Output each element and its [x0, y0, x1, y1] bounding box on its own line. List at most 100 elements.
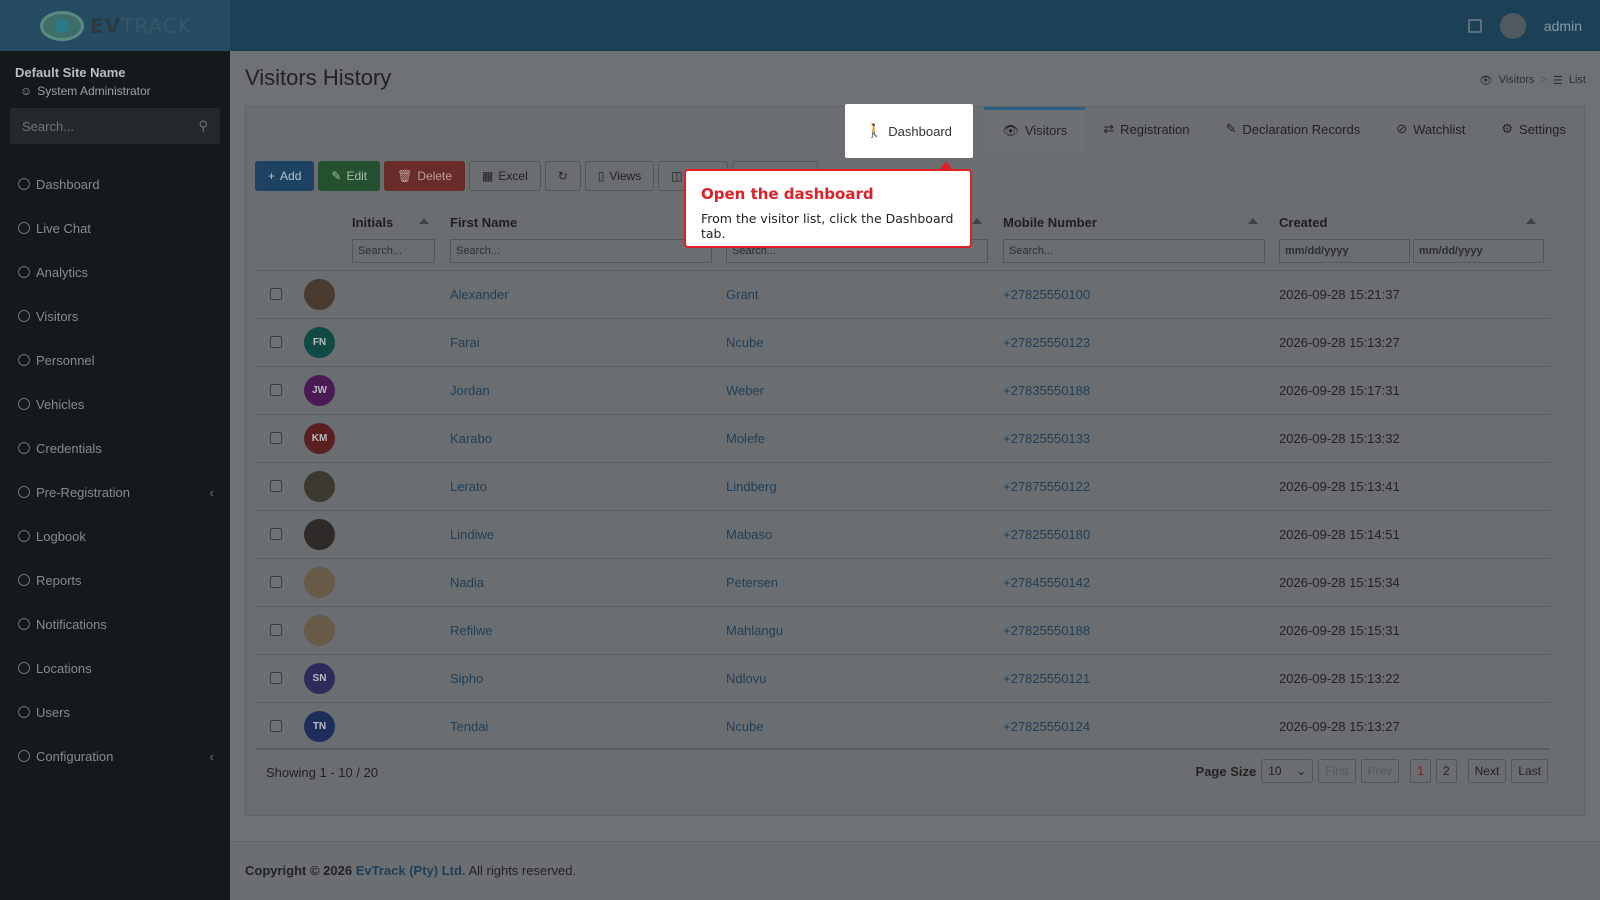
table-row[interactable]: JW Jordan Weber +27835550188 2026-09-28 15:1…: [256, 366, 1550, 414]
breadcrumb-visitors[interactable]: Visitors: [1499, 74, 1535, 87]
sidebar-item-locations[interactable]: Locations: [0, 646, 230, 690]
column-created[interactable]: Created: [1279, 215, 1327, 230]
first-name-cell[interactable]: Tendai: [450, 719, 488, 734]
mobile-cell[interactable]: +27845550142: [1003, 575, 1090, 590]
chevron-left-icon[interactable]: ‹: [210, 749, 214, 764]
page-size-select[interactable]: 10 ⌄: [1261, 759, 1314, 783]
mobile-search-input[interactable]: Search...: [1003, 239, 1265, 263]
column-initials[interactable]: Initials: [352, 215, 393, 230]
views-button[interactable]: ▯ Views: [584, 161, 655, 191]
last-name-cell[interactable]: Ndlovu: [726, 671, 766, 686]
first-name-cell[interactable]: Lerato: [450, 479, 487, 494]
first-name-cell[interactable]: Karabo: [450, 431, 492, 446]
page-1-button[interactable]: 1: [1410, 759, 1431, 783]
tab-registration[interactable]: ⇄ Registration: [1085, 107, 1207, 151]
mobile-cell[interactable]: +27825550133: [1003, 431, 1090, 446]
table-row[interactable]: Lindiwe Mabaso +27825550180 2026-09-28 15:1…: [256, 510, 1550, 558]
sidebar-item-analytics[interactable]: Analytics: [0, 250, 230, 294]
refresh-button[interactable]: ↻: [544, 161, 581, 191]
sidebar-item-credentials[interactable]: Credentials: [0, 426, 230, 470]
column-mobile-number[interactable]: Mobile Number: [1003, 215, 1097, 230]
company-link[interactable]: EvTrack (Pty) Ltd.: [356, 863, 466, 878]
last-name-cell[interactable]: Mahlangu: [726, 623, 783, 638]
row-checkbox[interactable]: [270, 288, 282, 300]
last-name-cell[interactable]: Grant: [726, 287, 759, 302]
created-to-date-input[interactable]: mm/dd/yyyy: [1413, 239, 1544, 263]
last-name-cell[interactable]: Ncube: [726, 335, 764, 350]
row-checkbox[interactable]: [270, 432, 282, 444]
tab-declaration-records[interactable]: ✎ Declaration Records: [1208, 107, 1379, 151]
next-page-button[interactable]: Next: [1467, 759, 1507, 783]
created-from-date-input[interactable]: mm/dd/yyyy: [1279, 239, 1410, 263]
row-checkbox[interactable]: [270, 720, 282, 732]
sidebar-item-reports[interactable]: Reports: [0, 558, 230, 602]
column-first-name[interactable]: First Name: [450, 215, 517, 230]
row-checkbox[interactable]: [270, 384, 282, 396]
first-name-cell[interactable]: Refilwe: [450, 623, 493, 638]
mobile-cell[interactable]: +27825550100: [1003, 287, 1090, 302]
mobile-cell[interactable]: +27825550121: [1003, 671, 1090, 686]
sort-up-icon[interactable]: [972, 218, 982, 224]
first-name-cell[interactable]: Jordan: [450, 383, 490, 398]
sort-up-icon[interactable]: [419, 218, 429, 224]
sidebar-item-pre-registration[interactable]: Pre-Registration ‹: [0, 470, 230, 514]
last-name-cell[interactable]: Mabaso: [726, 527, 772, 542]
table-row[interactable]: TN Tendai Ncube +27825550124 2026-09-28 15:1…: [256, 702, 1550, 750]
sidebar-item-users[interactable]: Users: [0, 690, 230, 734]
first-name-cell[interactable]: Nadia: [450, 575, 484, 590]
delete-button[interactable]: 🗑 Delete: [384, 161, 466, 191]
row-checkbox[interactable]: [270, 576, 282, 588]
last-name-cell[interactable]: Petersen: [726, 575, 778, 590]
tab-dashboard[interactable]: 🚶 Dashboard: [845, 104, 973, 158]
sidebar-item-vehicles[interactable]: Vehicles: [0, 382, 230, 426]
mobile-cell[interactable]: +27825550180: [1003, 527, 1090, 542]
row-checkbox[interactable]: [270, 336, 282, 348]
first-page-button[interactable]: First: [1318, 759, 1356, 783]
table-row[interactable]: Refilwe Mahlangu +27825550188 2026-09-28 15…: [256, 606, 1550, 654]
sidebar-item-dashboard[interactable]: Dashboard: [0, 162, 230, 206]
sort-up-icon[interactable]: [1248, 218, 1258, 224]
last-name-cell[interactable]: Ncube: [726, 719, 764, 734]
edit-button[interactable]: ✎ Edit: [318, 161, 381, 191]
row-checkbox[interactable]: [270, 480, 282, 492]
tab-watchlist[interactable]: ⊘ Watchlist: [1378, 107, 1483, 151]
mobile-cell[interactable]: +27875550122: [1003, 479, 1090, 494]
sidebar-search-input[interactable]: Search... ⚲: [10, 108, 220, 144]
mobile-cell[interactable]: +27825550188: [1003, 623, 1090, 638]
row-checkbox[interactable]: [270, 672, 282, 684]
user-avatar-icon[interactable]: [1499, 12, 1526, 39]
chevron-left-icon[interactable]: ‹: [210, 485, 214, 500]
first-name-search-input[interactable]: Search...: [450, 239, 712, 263]
table-row[interactable]: SN Sipho Ndlovu +27825550121 2026-09-28 15:1…: [256, 654, 1550, 702]
table-row[interactable]: KM Karabo Molefe +27825550133 2026-09-28 15:…: [256, 414, 1550, 462]
mobile-cell[interactable]: +27825550124: [1003, 719, 1090, 734]
user-name[interactable]: admin: [1544, 18, 1582, 34]
sort-up-icon[interactable]: [1526, 218, 1536, 224]
first-name-cell[interactable]: Farai: [450, 335, 480, 350]
first-name-cell[interactable]: Lindiwe: [450, 527, 494, 542]
tab-visitors[interactable]: 👁 Visitors: [984, 107, 1086, 151]
add-button[interactable]: + Add: [255, 161, 315, 191]
sidebar-item-notifications[interactable]: Notifications: [0, 602, 230, 646]
logo[interactable]: EVTRACK: [0, 0, 230, 51]
excel-button[interactable]: ▦ Excel: [469, 161, 541, 191]
table-row[interactable]: Alexander Grant +27825550100 2026-09-28 15:…: [256, 270, 1550, 318]
sidebar-item-personnel[interactable]: Personnel: [0, 338, 230, 382]
last-page-button[interactable]: Last: [1511, 759, 1548, 783]
page-2-button[interactable]: 2: [1435, 759, 1457, 783]
row-checkbox[interactable]: [270, 528, 282, 540]
last-name-cell[interactable]: Lindberg: [726, 479, 777, 494]
table-row[interactable]: Nadia Petersen +27845550142 2026-09-28 15:1…: [256, 558, 1550, 606]
sidebar-item-live-chat[interactable]: Live Chat: [0, 206, 230, 250]
search-icon[interactable]: ⚲: [198, 118, 208, 134]
last-name-cell[interactable]: Molefe: [726, 431, 765, 446]
mobile-cell[interactable]: +27835550188: [1003, 383, 1090, 398]
building-icon[interactable]: [1467, 18, 1482, 33]
prev-page-button[interactable]: Prev: [1360, 759, 1400, 783]
first-name-cell[interactable]: Sipho: [450, 671, 483, 686]
table-row[interactable]: Lerato Lindberg +27875550122 2026-09-28 15:…: [256, 462, 1550, 510]
sidebar-item-logbook[interactable]: Logbook: [0, 514, 230, 558]
table-row[interactable]: FN Farai Ncube +27825550123 2026-09-28 15:13…: [256, 318, 1550, 366]
initials-search-input[interactable]: Search...: [352, 239, 435, 263]
row-checkbox[interactable]: [270, 624, 282, 636]
